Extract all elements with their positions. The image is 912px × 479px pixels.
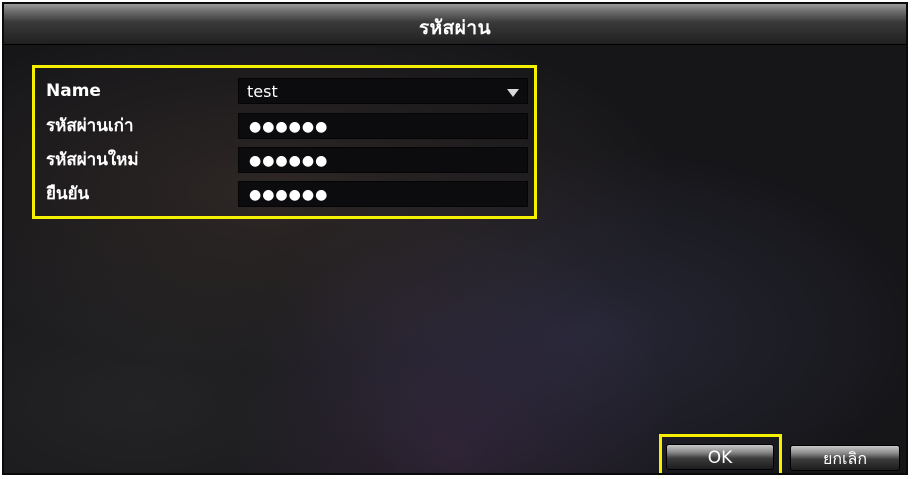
dialog-title: รหัสผ่าน — [418, 17, 492, 39]
password-dialog: รหัสผ่าน Name test รหัสผ่านเก่า ●●●●●● ร… — [2, 2, 908, 475]
new-password-field[interactable]: ●●●●●● — [238, 147, 528, 173]
name-value: test — [247, 82, 278, 101]
cancel-button[interactable]: ยกเลิก — [790, 445, 900, 471]
new-password-label: รหัสผ่านใหม่ — [46, 150, 139, 170]
name-dropdown[interactable]: test — [238, 78, 528, 104]
old-password-value: ●●●●●● — [249, 119, 329, 135]
dialog-titlebar: รหัสผ่าน — [4, 4, 906, 45]
confirm-password-label: ยืนยัน — [46, 184, 90, 204]
ok-button[interactable]: OK — [666, 444, 774, 470]
chevron-down-icon[interactable] — [507, 89, 519, 97]
confirm-password-value: ●●●●●● — [249, 187, 329, 203]
new-password-value: ●●●●●● — [249, 153, 329, 169]
name-label: Name — [46, 81, 101, 101]
old-password-field[interactable]: ●●●●●● — [238, 113, 528, 139]
confirm-password-field[interactable]: ●●●●●● — [238, 181, 528, 207]
old-password-label: รหัสผ่านเก่า — [46, 116, 134, 136]
